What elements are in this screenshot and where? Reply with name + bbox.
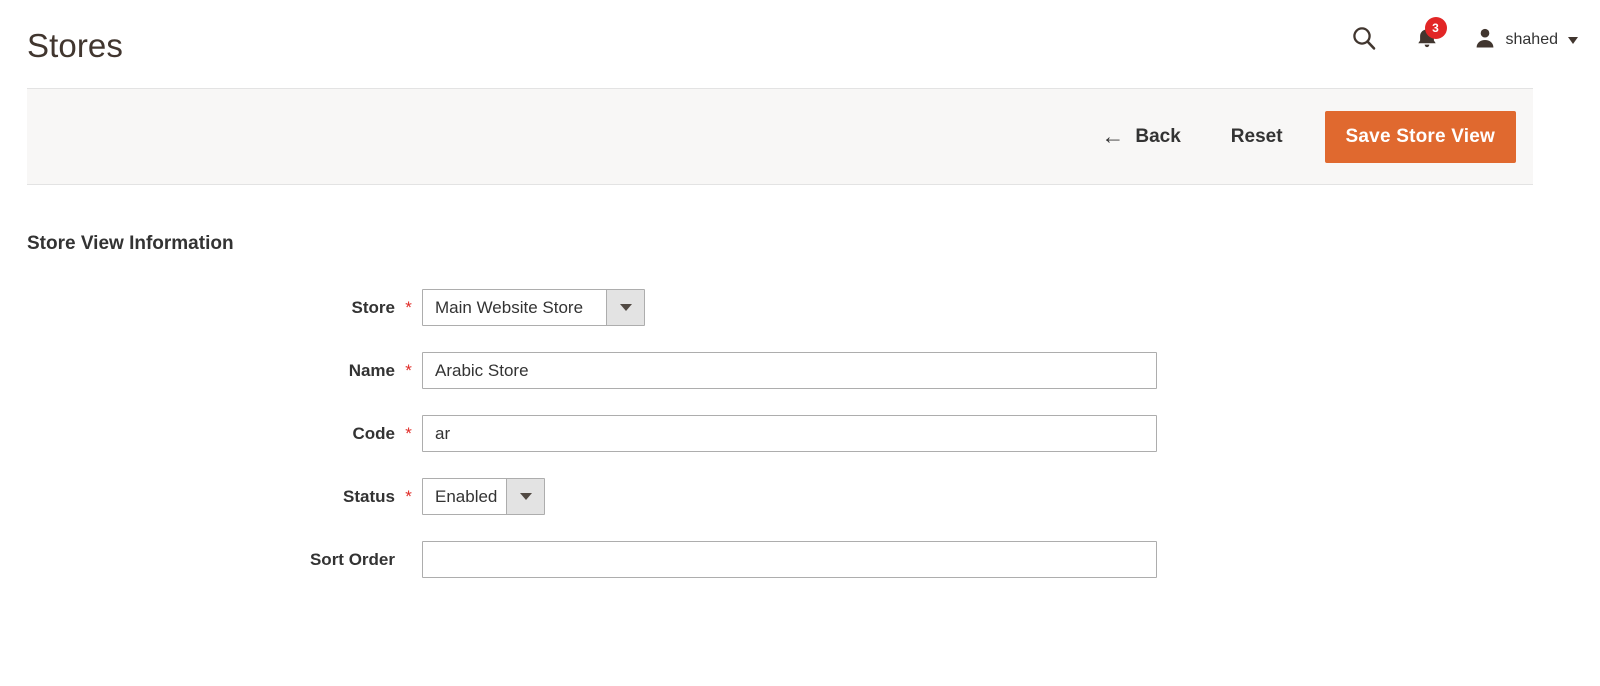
back-button[interactable]: ← Back xyxy=(1095,117,1186,156)
page-actions-toolbar: ← Back Reset Save Store View xyxy=(27,88,1533,185)
sort-order-control xyxy=(422,541,1157,578)
store-select[interactable]: Main Website Store xyxy=(422,289,645,326)
sort-order-field-label: Sort Order xyxy=(309,550,395,569)
field-row-code: Code * xyxy=(27,415,1573,452)
status-select[interactable]: Enabled xyxy=(422,478,545,515)
back-button-label: Back xyxy=(1135,125,1181,147)
store-field-label: Store xyxy=(351,298,395,317)
header-actions: 3 shahed xyxy=(1343,17,1578,58)
field-row-status: Status * Enabled xyxy=(27,478,1573,515)
chevron-down-icon[interactable] xyxy=(606,290,644,325)
store-select-value: Main Website Store xyxy=(423,290,606,325)
status-select-value: Enabled xyxy=(423,479,506,514)
arrow-left-icon: ← xyxy=(1101,123,1125,149)
field-row-store: Store * Main Website Store xyxy=(27,289,1573,326)
status-control: Enabled xyxy=(422,478,545,515)
status-field-label: Status xyxy=(343,487,395,506)
store-control: Main Website Store xyxy=(422,289,645,326)
field-row-name: Name * xyxy=(27,352,1573,389)
section-title: Store View Information xyxy=(27,233,234,254)
user-name-label: shahed xyxy=(1505,31,1559,48)
page-header: Stores 3 shahed xyxy=(0,0,1600,88)
user-menu[interactable]: shahed xyxy=(1473,22,1578,58)
code-required-marker: * xyxy=(405,424,412,443)
name-field-label: Name xyxy=(348,361,395,380)
page-title: Stores xyxy=(27,27,123,64)
reset-button[interactable]: Reset xyxy=(1225,118,1289,156)
chevron-down-icon[interactable] xyxy=(506,479,544,514)
save-store-view-button[interactable]: Save Store View xyxy=(1324,110,1516,163)
notification-count-badge: 3 xyxy=(1424,17,1447,39)
name-input[interactable] xyxy=(422,352,1157,389)
chevron-down-icon xyxy=(1568,36,1578,44)
user-avatar-icon xyxy=(1473,26,1497,55)
notifications-button[interactable]: 3 xyxy=(1403,17,1451,58)
store-view-form: Store * Main Website Store Name * Code * xyxy=(27,289,1573,578)
search-button[interactable] xyxy=(1343,22,1385,58)
status-required-marker: * xyxy=(405,487,412,506)
code-field-label: Code xyxy=(352,424,396,443)
name-required-marker: * xyxy=(405,361,412,380)
code-control xyxy=(422,415,1157,452)
store-required-marker: * xyxy=(405,298,412,317)
code-input[interactable] xyxy=(422,415,1157,452)
field-row-sort-order: Sort Order xyxy=(27,541,1573,578)
store-view-information-section: Store View Information Store * Main Webs… xyxy=(0,232,1600,578)
search-icon xyxy=(1351,25,1377,56)
sort-order-input[interactable] xyxy=(422,541,1157,578)
name-control xyxy=(422,352,1157,389)
